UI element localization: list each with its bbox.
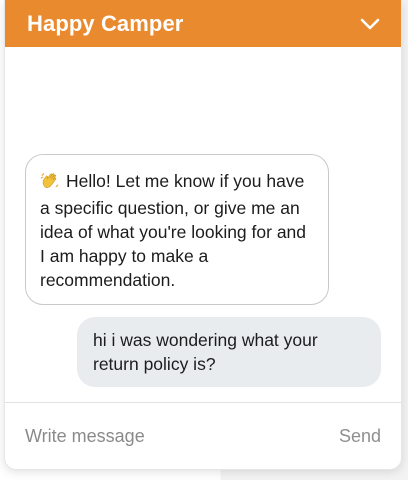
chat-widget: Happy Camper Hello! Let me know if you h… — [4, 0, 402, 470]
user-message-bubble: hi i was wondering what your return poli… — [77, 317, 381, 387]
chat-title: Happy Camper — [27, 10, 184, 36]
bot-message-bubble: Hello! Let me know if you have a specifi… — [25, 154, 329, 305]
bot-message-text: Hello! Let me know if you have a specifi… — [40, 171, 307, 290]
collapse-button[interactable] — [357, 11, 383, 37]
send-button[interactable]: Send — [339, 426, 381, 447]
waving-hand-icon — [40, 170, 60, 196]
chevron-down-icon — [360, 18, 380, 29]
message-composer: Send — [5, 402, 401, 469]
user-message-text: hi i was wondering what your return poli… — [93, 330, 318, 374]
message-list[interactable]: Hello! Let me know if you have a specifi… — [5, 47, 401, 401]
chat-header[interactable]: Happy Camper — [5, 0, 401, 47]
message-input[interactable] — [25, 426, 295, 447]
